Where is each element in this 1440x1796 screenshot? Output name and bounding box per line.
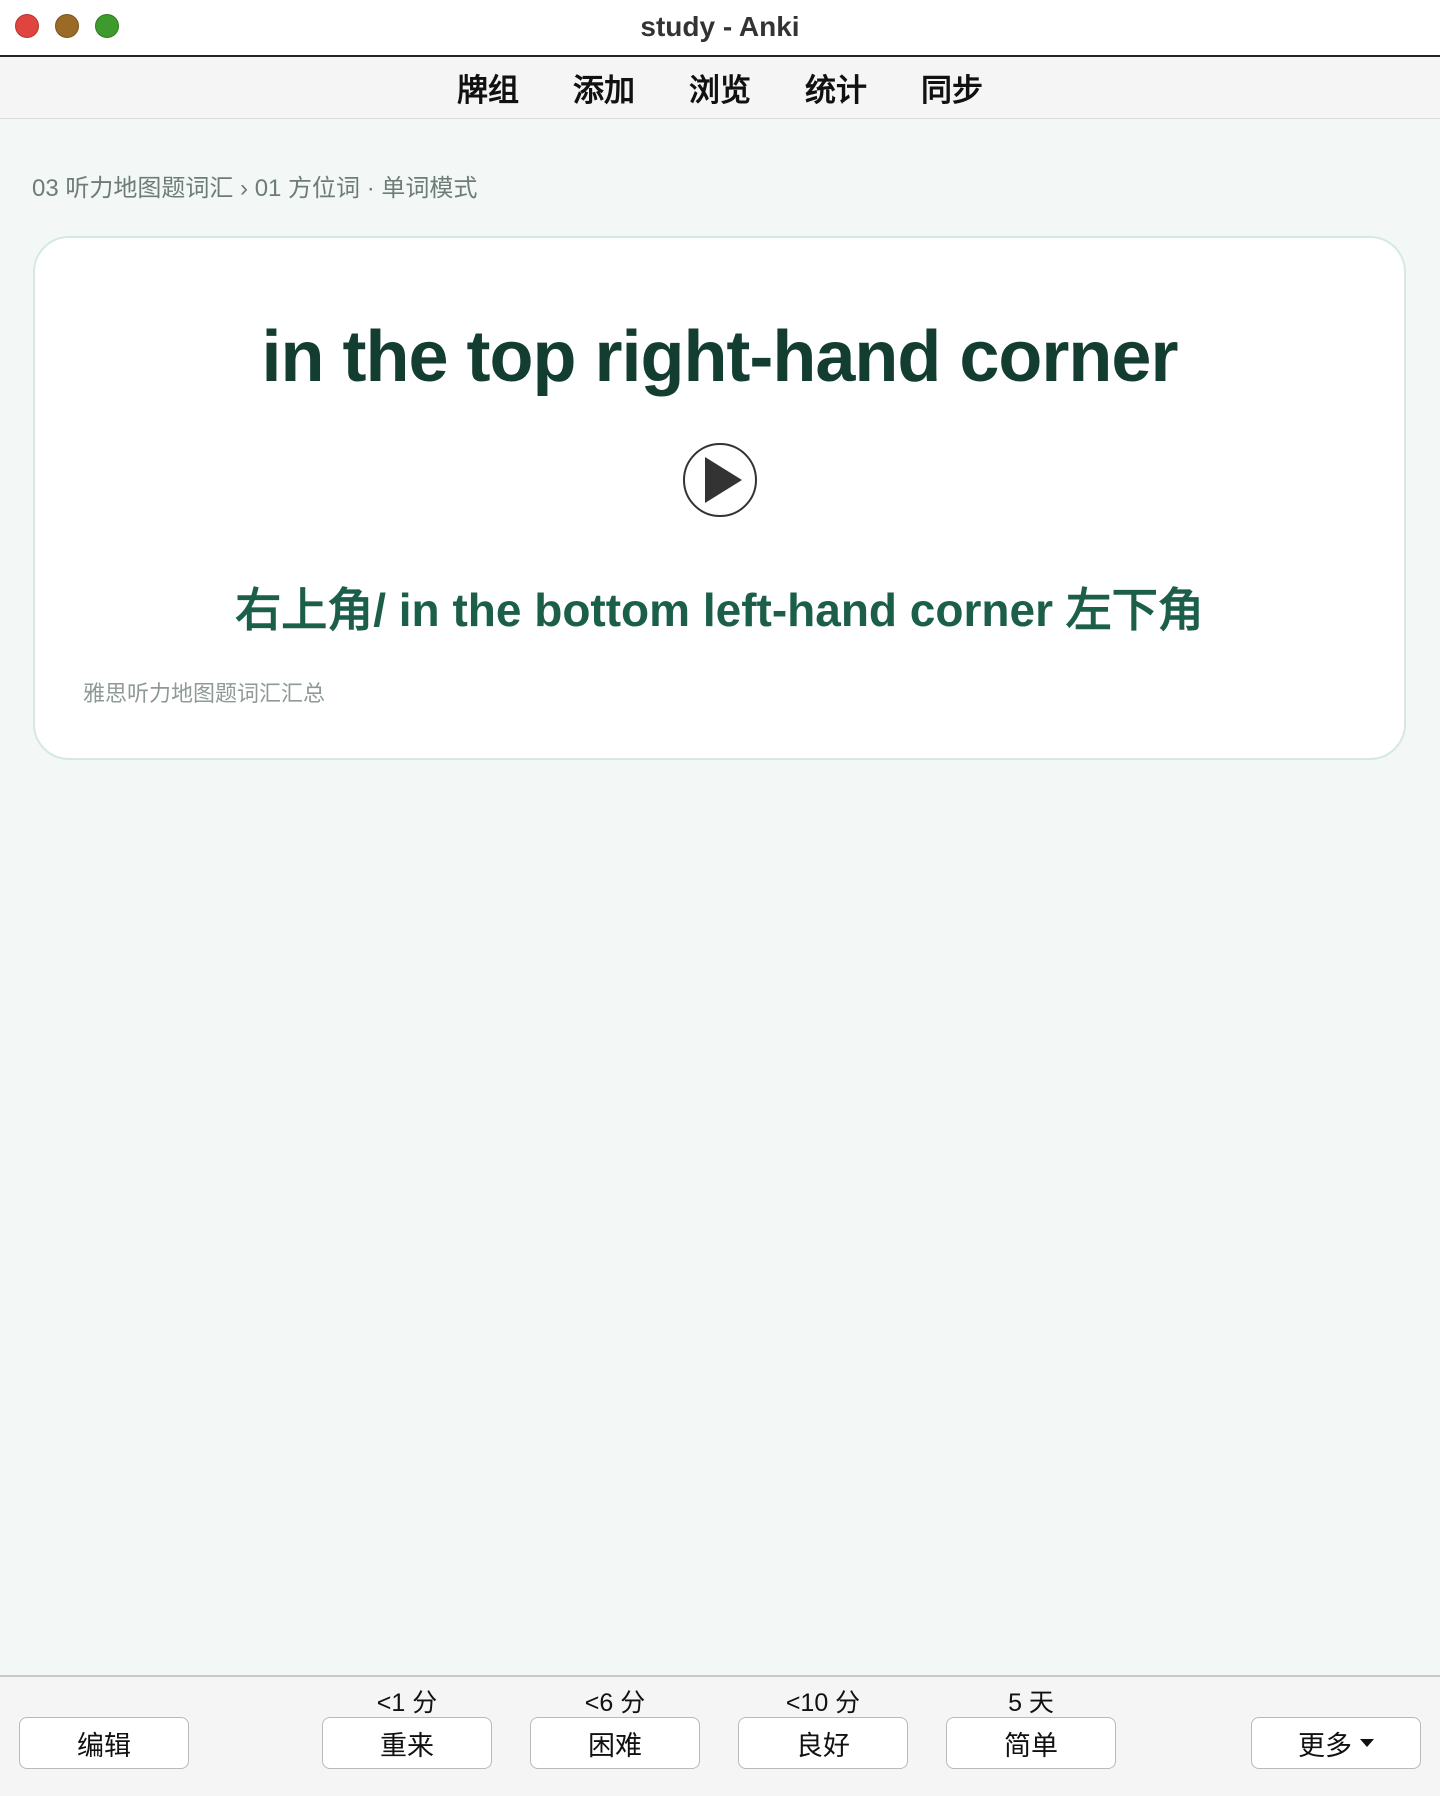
deck-breadcrumb: 03 听力地图题词汇 › 01 方位词 · 单词模式 bbox=[32, 175, 478, 202]
good-interval: <10 分 bbox=[785, 1689, 861, 1717]
toolbar-browse[interactable]: 浏览 bbox=[662, 65, 778, 110]
good-button[interactable]: 良好 bbox=[738, 1717, 908, 1769]
good-button-label: 良好 bbox=[796, 1730, 850, 1761]
chevron-down-icon bbox=[1360, 1739, 1374, 1747]
main-toolbar: 牌组 添加 浏览 统计 同步 bbox=[0, 57, 1440, 119]
card-back-text: 右上角/ in the bottom left-hand corner 左下角 bbox=[235, 584, 1204, 636]
play-audio-button[interactable] bbox=[683, 443, 757, 517]
card-front-text: in the top right-hand corner bbox=[261, 317, 1179, 397]
edit-button[interactable]: 编辑 bbox=[19, 1717, 189, 1769]
more-button[interactable]: 更多 bbox=[1251, 1717, 1421, 1769]
again-button[interactable]: 重来 bbox=[322, 1717, 492, 1769]
hard-interval: <6 分 bbox=[584, 1689, 646, 1717]
toolbar-add[interactable]: 添加 bbox=[546, 65, 662, 110]
anki-window: study - Anki 牌组 添加 浏览 统计 同步 03 听力地图题词汇 ›… bbox=[0, 0, 1440, 1796]
card-source-label: 雅思听力地图题词汇汇总 bbox=[83, 681, 326, 706]
easy-interval: 5 天 bbox=[1008, 1689, 1054, 1717]
window-title: study - Anki bbox=[640, 11, 800, 42]
toolbar-sync[interactable]: 同步 bbox=[894, 65, 1010, 110]
easy-button-label: 简单 bbox=[1004, 1730, 1058, 1761]
again-button-label: 重来 bbox=[380, 1730, 434, 1761]
easy-button[interactable]: 简单 bbox=[946, 1717, 1116, 1769]
review-bottom-bar: 编辑 <1 分 重来 <6 分 困难 <10 分 良好 5 天 简单 更多 bbox=[0, 1675, 1440, 1796]
more-button-label: 更多 bbox=[1298, 1730, 1352, 1761]
title-bar: study - Anki bbox=[0, 0, 1440, 57]
hard-button-label: 困难 bbox=[588, 1730, 642, 1761]
toolbar-stats[interactable]: 统计 bbox=[778, 65, 894, 110]
review-card: in the top right-hand corner 右上角/ in the… bbox=[33, 236, 1406, 760]
play-icon bbox=[705, 457, 742, 503]
again-interval: <1 分 bbox=[376, 1689, 438, 1717]
hard-button[interactable]: 困难 bbox=[530, 1717, 700, 1769]
edit-button-label: 编辑 bbox=[77, 1730, 131, 1761]
toolbar-decks[interactable]: 牌组 bbox=[430, 65, 546, 110]
